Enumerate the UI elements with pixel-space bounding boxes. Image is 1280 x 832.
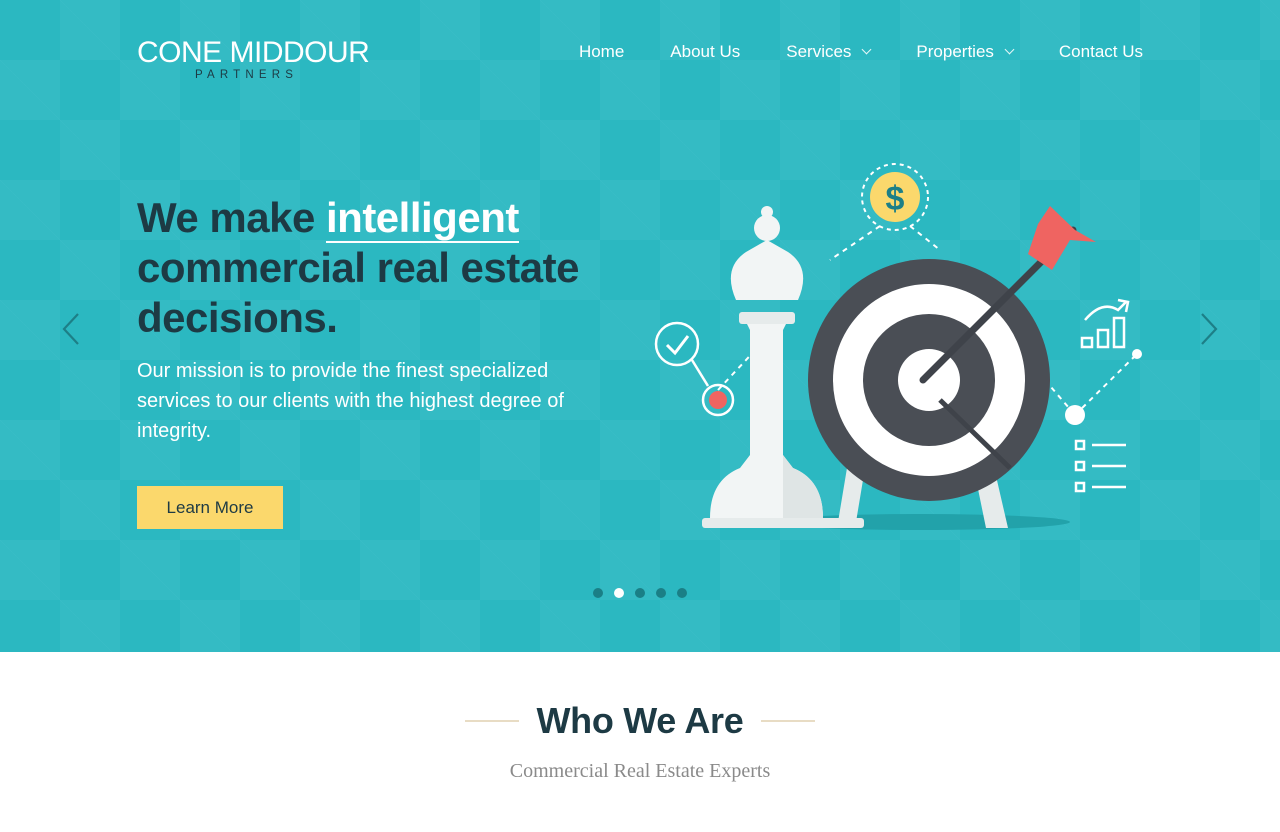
slider-prev-arrow[interactable] (62, 312, 80, 346)
title-divider-right (760, 720, 815, 722)
checklist-icon (1074, 439, 1126, 493)
nav-services[interactable]: Services (786, 40, 872, 64)
chevron-down-icon (1004, 44, 1015, 55)
target-icon (808, 259, 1050, 501)
brand-logo[interactable]: CONE MIDDOUR PARTNERS (137, 36, 377, 82)
svg-text:$: $ (886, 180, 905, 218)
nav-contact-us[interactable]: Contact Us (1059, 40, 1143, 64)
slider-dots (593, 588, 698, 598)
slider-dot-2[interactable] (614, 588, 624, 598)
slider-dot-3[interactable] (635, 588, 645, 598)
brand-sub: PARTNERS (195, 69, 299, 81)
slider-next-arrow[interactable] (1200, 312, 1218, 346)
nav-home[interactable]: Home (579, 40, 624, 64)
hero-slider: CONE MIDDOUR PARTNERS Home About Us Serv… (0, 0, 1280, 652)
headline-pre: We make (137, 194, 326, 241)
main-nav: Home About Us Services Properties Contac… (579, 40, 1143, 64)
who-we-are-section: Who We Are Commercial Real Estate Expert… (0, 700, 1280, 783)
chart-icon (1080, 298, 1130, 349)
slider-dot-4[interactable] (656, 588, 666, 598)
nav-properties[interactable]: Properties (916, 40, 1015, 64)
hero-mission: Our mission is to provide the finest spe… (137, 360, 564, 442)
brand-name: CONE MIDDOUR (137, 36, 370, 69)
headline-post: commercial real estate decisions. (137, 244, 579, 341)
section-subtitle: Commercial Real Estate Experts (509, 760, 771, 782)
title-divider-left (465, 720, 520, 722)
nav-contact-us-label: Contact Us (1058, 42, 1143, 61)
hero-illustration: $ (654, 163, 1142, 530)
chevron-down-icon (861, 44, 872, 55)
check-icon (654, 321, 735, 417)
slider-dot-5[interactable] (677, 588, 687, 598)
nav-services-label: Services (786, 42, 852, 61)
learn-more-button[interactable]: Learn More (137, 486, 283, 529)
nav-about-us-label: About Us (670, 42, 741, 61)
dollar-icon: $ (861, 163, 929, 231)
headline-highlight: intelligent (326, 194, 519, 243)
nav-home-label: Home (578, 42, 625, 61)
nav-about-us[interactable]: About Us (670, 40, 740, 64)
nav-properties-label: Properties (916, 42, 994, 61)
slider-dot-1[interactable] (593, 588, 603, 598)
hero-headline: We make intelligent commercial real esta… (137, 193, 637, 343)
section-title: Who We Are (536, 700, 744, 741)
